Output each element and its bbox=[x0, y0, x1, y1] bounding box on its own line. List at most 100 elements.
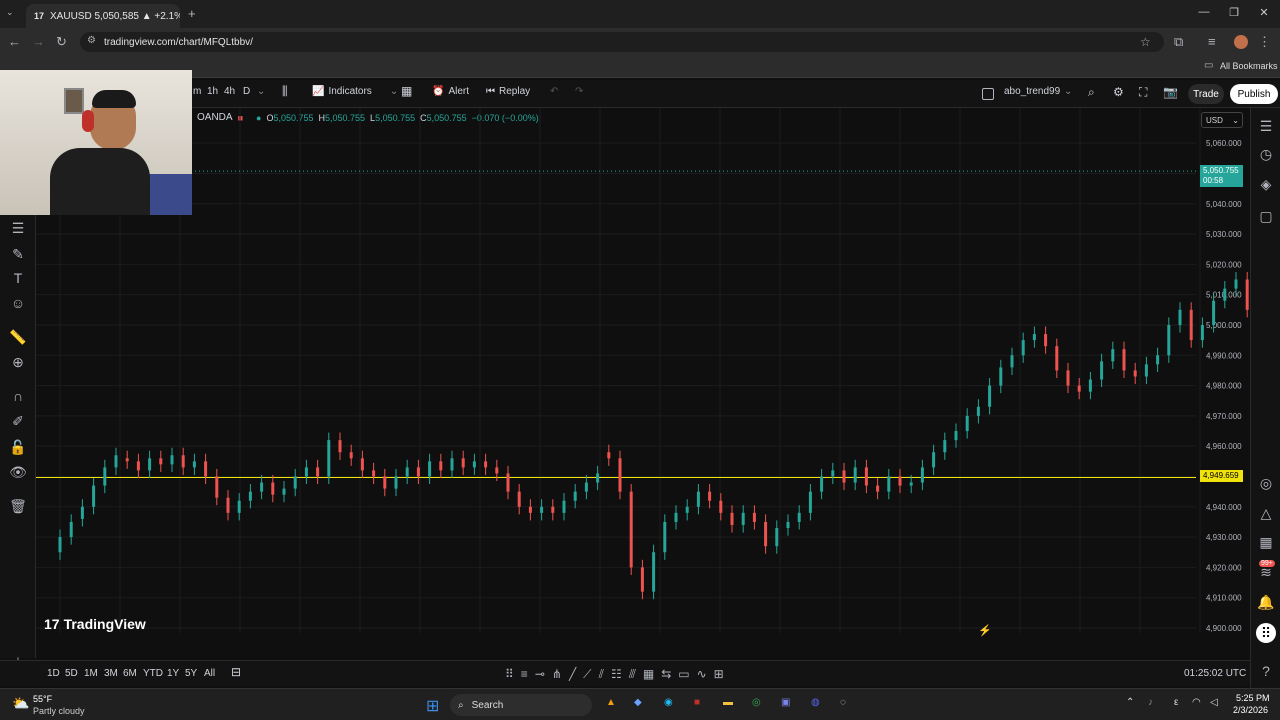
channel-icon[interactable]: ⫽ bbox=[599, 667, 604, 682]
language-icon[interactable]: ε bbox=[1174, 697, 1178, 708]
forward-icon[interactable]: → bbox=[32, 34, 45, 49]
interval-m[interactable]: m bbox=[193, 86, 201, 97]
candle-type-icon[interactable]: ⫼ bbox=[282, 84, 288, 99]
eye-icon[interactable]: 👁 bbox=[8, 462, 28, 482]
layers-icon[interactable]: ◈ bbox=[1256, 174, 1276, 194]
chrome-icon[interactable]: ◎ bbox=[752, 697, 761, 708]
range-5d[interactable]: 5D bbox=[65, 668, 78, 679]
taskbar-date[interactable]: 2/3/2026 bbox=[1233, 705, 1268, 715]
all-bookmarks-link[interactable]: All Bookmarks bbox=[1220, 61, 1278, 71]
zoom-in-icon[interactable]: ⊕ bbox=[8, 352, 28, 372]
file-explorer-icon[interactable]: ▬ bbox=[723, 697, 733, 708]
chart-pane[interactable]: OANDA ■ ● O5,050.755 H5,050.755 L5,050.7… bbox=[36, 108, 1250, 640]
app-icon-copilot[interactable]: ◆ bbox=[634, 697, 642, 708]
range-1m[interactable]: 1M bbox=[84, 668, 98, 679]
alerts-clock-icon[interactable]: ◷ bbox=[1256, 144, 1276, 164]
currency-selector[interactable]: USD ⌄ bbox=[1201, 112, 1243, 128]
range-1y[interactable]: 1Y bbox=[167, 668, 179, 679]
lock-icon[interactable]: 🔓 bbox=[8, 437, 28, 457]
layout-name[interactable]: abo_trend99 bbox=[1004, 86, 1060, 97]
url-field[interactable]: ⚙ tradingview.com/chart/MFQLtbbv/ bbox=[80, 32, 1164, 52]
trash-icon[interactable]: 🗑 bbox=[8, 496, 28, 516]
range-tool-icon[interactable]: ⇆ bbox=[661, 667, 671, 681]
parallel-channel-icon[interactable]: ⫻ bbox=[629, 667, 636, 682]
bookmark-star-icon[interactable]: ☆ bbox=[1140, 35, 1151, 49]
goto-date-icon[interactable]: ⊟ bbox=[231, 665, 241, 679]
minimize-icon[interactable]: — bbox=[1192, 6, 1216, 18]
edge-icon[interactable]: ◉ bbox=[664, 697, 673, 708]
chat-icon[interactable]: ▢ bbox=[1256, 206, 1276, 226]
utc-clock[interactable]: 01:25:02 UTC bbox=[1184, 668, 1246, 679]
media-icon[interactable]: ≡ bbox=[1208, 34, 1216, 49]
alert-button[interactable]: ⏰ Alert bbox=[432, 86, 469, 97]
quick-search-icon[interactable]: ⌕ bbox=[1088, 85, 1095, 100]
mic-icon[interactable]: ♪ bbox=[1148, 697, 1153, 708]
more-menu-icon[interactable]: ⋮ bbox=[1258, 34, 1271, 50]
emoji-tool-icon[interactable]: ☺ bbox=[8, 293, 28, 313]
close-window-icon[interactable]: ✕ bbox=[1252, 6, 1276, 19]
app-icon-other[interactable]: ◌ bbox=[840, 697, 846, 708]
interval-4h[interactable]: 4h bbox=[224, 86, 235, 97]
help-icon[interactable]: ? bbox=[1256, 661, 1276, 681]
ruler-tool-icon[interactable]: 📏 bbox=[8, 327, 28, 347]
horizontal-ray-icon[interactable]: ≡ bbox=[521, 667, 528, 681]
interval-1h[interactable]: 1h bbox=[207, 86, 218, 97]
pitchfork-icon[interactable]: ⋔ bbox=[552, 667, 562, 681]
start-windows-icon[interactable]: ⊞ bbox=[426, 696, 439, 716]
new-tab-icon[interactable]: + bbox=[188, 6, 196, 21]
range-3m[interactable]: 3M bbox=[104, 668, 118, 679]
wave-tool-icon[interactable]: ∿ bbox=[697, 667, 707, 681]
ideas-icon[interactable]: △ bbox=[1256, 503, 1276, 523]
rectangle-tool-icon[interactable]: ▭ bbox=[678, 667, 689, 681]
reload-icon[interactable]: ↻ bbox=[56, 34, 67, 50]
magnet-icon[interactable]: ∩ bbox=[8, 386, 28, 406]
path-icon[interactable]: ⟋ bbox=[583, 667, 591, 682]
layout-dropdown-icon[interactable]: ⌄ bbox=[1064, 86, 1072, 97]
speaker-icon[interactable]: ◁ bbox=[1210, 697, 1218, 708]
wifi-icon[interactable]: ◠ bbox=[1192, 697, 1201, 708]
redo-icon[interactable]: ↷ bbox=[575, 86, 583, 97]
text-tool-icon[interactable]: T bbox=[8, 268, 28, 288]
interval-d[interactable]: D bbox=[243, 86, 250, 97]
teams-icon[interactable]: ▣ bbox=[781, 697, 790, 708]
browser-tab[interactable]: 17 XAUUSD 5,050,585 ▲ +2.1% al ✕ bbox=[26, 4, 180, 28]
watchlist-icon[interactable]: ☰ bbox=[1256, 116, 1276, 136]
crosshair-line-icon[interactable]: ⊸ bbox=[535, 667, 545, 681]
fullscreen-icon[interactable]: ⛶ bbox=[1139, 85, 1147, 100]
taskbar-time[interactable]: 5:25 PM bbox=[1236, 693, 1270, 703]
calendar-icon[interactable]: ▦ bbox=[1256, 532, 1276, 552]
extensions-icon[interactable]: ⧉ bbox=[1174, 34, 1183, 50]
apps-grid-icon[interactable]: ⠿ bbox=[1256, 623, 1276, 643]
interval-dropdown-icon[interactable]: ⌄ bbox=[257, 86, 265, 97]
indicators-button[interactable]: 📈 Indicators ⌄ bbox=[312, 86, 398, 97]
range-1d[interactable]: 1D bbox=[47, 668, 60, 679]
tray-chevron-icon[interactable]: ⌃ bbox=[1126, 697, 1134, 708]
brush-tool-icon[interactable]: ✎ bbox=[8, 244, 28, 264]
replay-button[interactable]: ⏮ Replay bbox=[486, 86, 530, 97]
settings-gear-icon[interactable]: ⚙ bbox=[1113, 85, 1124, 99]
publish-button[interactable]: Publish bbox=[1230, 84, 1278, 104]
pattern-tool-icon[interactable]: ⊞ bbox=[714, 667, 724, 681]
app-icon-1[interactable]: ▲ bbox=[606, 697, 616, 708]
restore-icon[interactable]: ❐ bbox=[1222, 6, 1246, 19]
trade-button[interactable]: Trade bbox=[1188, 84, 1224, 104]
lock-drawing-icon[interactable]: ✐ bbox=[8, 411, 28, 431]
undo-icon[interactable]: ↶ bbox=[550, 86, 558, 97]
profile-avatar[interactable] bbox=[1234, 35, 1248, 49]
grid-tool-icon[interactable]: ▦ bbox=[643, 667, 654, 681]
weather-desc[interactable]: Partly cloudy bbox=[33, 706, 85, 716]
drag-handle-icon[interactable]: ⠿ bbox=[505, 667, 514, 681]
tab-menu-chevron-icon[interactable]: ⌄ bbox=[6, 7, 14, 18]
back-icon[interactable]: ← bbox=[8, 34, 21, 49]
app-icon-red[interactable]: ■ bbox=[694, 697, 700, 708]
site-info-icon[interactable]: ⚙ bbox=[87, 35, 96, 46]
taskbar-search[interactable]: ⌕ Search bbox=[450, 694, 592, 716]
fib-retracement-icon[interactable]: ☷ bbox=[611, 667, 622, 681]
range-6m[interactable]: 6M bbox=[123, 668, 137, 679]
discord-icon[interactable]: ◍ bbox=[811, 697, 820, 708]
snapshot-camera-icon[interactable]: 📷 bbox=[1163, 85, 1178, 99]
trendline-icon[interactable]: ╱ bbox=[569, 667, 576, 681]
range-all[interactable]: All bbox=[204, 668, 215, 679]
fib-tool-icon[interactable]: ☰ bbox=[8, 218, 28, 238]
range-ytd[interactable]: YTD bbox=[143, 668, 163, 679]
